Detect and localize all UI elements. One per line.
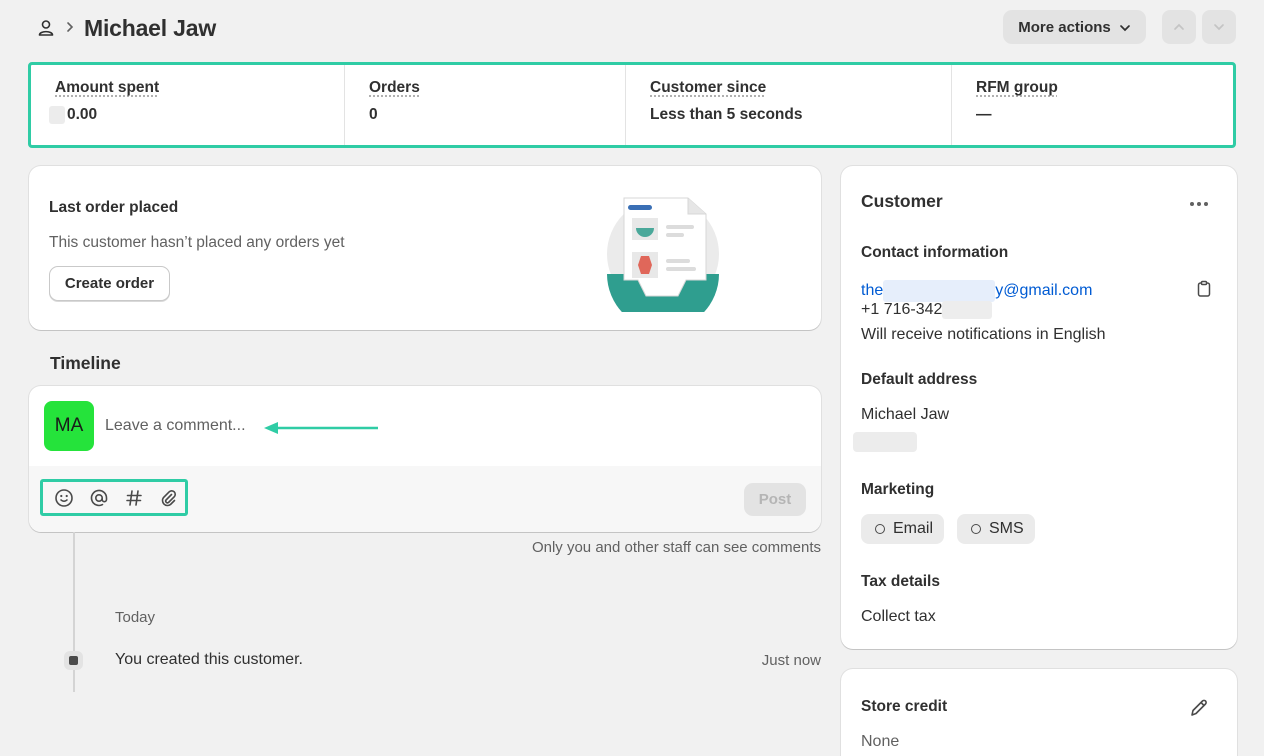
annotation-arrow: [262, 421, 380, 435]
create-order-button[interactable]: Create order: [49, 266, 170, 301]
chevron-right-icon: [66, 20, 74, 36]
marketing-sms-label: SMS: [989, 520, 1024, 538]
email-prefix: the: [861, 282, 883, 300]
address-name: Michael Jaw: [861, 406, 949, 424]
last-order-empty-text: This customer hasn’t placed any orders y…: [49, 234, 345, 252]
chevron-down-icon: [1119, 19, 1131, 36]
breadcrumb: Michael Jaw: [36, 12, 216, 44]
phone-prefix: +1 716-342: [861, 301, 942, 319]
metric-rfm-group: RFM group —: [952, 65, 1233, 145]
chevron-up-icon: [1173, 23, 1185, 31]
post-button[interactable]: Post: [744, 483, 806, 516]
avatar: MA: [44, 401, 94, 451]
language-note: Will receive notifications in English: [861, 326, 1106, 344]
chevron-down-icon: [1213, 23, 1225, 31]
marketing-email-status[interactable]: Email: [861, 514, 944, 544]
currency-redacted: [49, 106, 65, 124]
last-order-title: Last order placed: [49, 199, 178, 217]
customer-email-link[interactable]: the y@gmail.com: [861, 280, 1092, 302]
metric-value: Less than 5 seconds: [650, 106, 802, 124]
tax-details-title: Tax details: [861, 573, 940, 591]
more-actions-label: More actions: [1018, 19, 1111, 36]
more-options-icon[interactable]: [1186, 194, 1212, 214]
tax-details-value: Collect tax: [861, 608, 936, 626]
marketing-title: Marketing: [861, 481, 934, 499]
timeline-event-text: You created this customer.: [115, 651, 303, 669]
metric-value: 0: [369, 106, 378, 124]
metric-amount-spent: Amount spent 0.00: [31, 65, 345, 145]
edit-pencil-icon[interactable]: [1188, 697, 1210, 719]
marketing-sms-status[interactable]: SMS: [957, 514, 1035, 544]
phone-redacted: [942, 301, 992, 319]
metric-customer-since: Customer since Less than 5 seconds: [626, 65, 952, 145]
hashtag-icon[interactable]: [123, 487, 145, 509]
timeline-day-label: Today: [115, 609, 155, 626]
mention-icon[interactable]: [88, 487, 110, 509]
status-circle-icon: [875, 524, 885, 534]
customer-metrics-bar: Amount spent 0.00 Orders 0 Customer sinc…: [28, 62, 1236, 148]
email-redacted: [883, 280, 995, 302]
customer-phone: +1 716-342: [861, 301, 992, 319]
store-credit-value: None: [861, 733, 899, 751]
previous-customer-button[interactable]: [1162, 10, 1196, 44]
marketing-email-label: Email: [893, 520, 933, 538]
metric-value: —: [976, 106, 992, 124]
timeline-event-time: Just now: [762, 652, 821, 669]
store-credit-title: Store credit: [861, 698, 947, 716]
timeline-title: Timeline: [50, 353, 121, 374]
metric-label[interactable]: RFM group: [976, 79, 1058, 97]
clipboard-icon[interactable]: [1194, 279, 1214, 299]
comment-tools: [40, 479, 188, 516]
comment-input[interactable]: [105, 412, 260, 440]
address-redacted: [853, 432, 917, 452]
contact-info-title: Contact information: [861, 244, 1008, 262]
metric-label[interactable]: Orders: [369, 79, 420, 97]
metric-label[interactable]: Customer since: [650, 79, 766, 97]
metric-value: 0.00: [67, 106, 97, 124]
person-icon[interactable]: [36, 18, 56, 38]
metric-orders: Orders 0: [345, 65, 626, 145]
more-actions-button[interactable]: More actions: [1003, 10, 1146, 44]
attachment-icon[interactable]: [158, 487, 180, 509]
default-address-title: Default address: [861, 371, 977, 389]
customer-card-title: Customer: [861, 191, 943, 212]
empty-orders-illustration: [606, 196, 722, 312]
staff-visibility-note: Only you and other staff can see comment…: [532, 539, 821, 556]
timeline-event-dot: [64, 651, 83, 670]
email-suffix: y@gmail.com: [995, 282, 1092, 300]
status-circle-icon: [971, 524, 981, 534]
next-customer-button[interactable]: [1202, 10, 1236, 44]
metric-label[interactable]: Amount spent: [55, 79, 159, 97]
emoji-icon[interactable]: [53, 487, 75, 509]
page-title: Michael Jaw: [84, 15, 216, 42]
